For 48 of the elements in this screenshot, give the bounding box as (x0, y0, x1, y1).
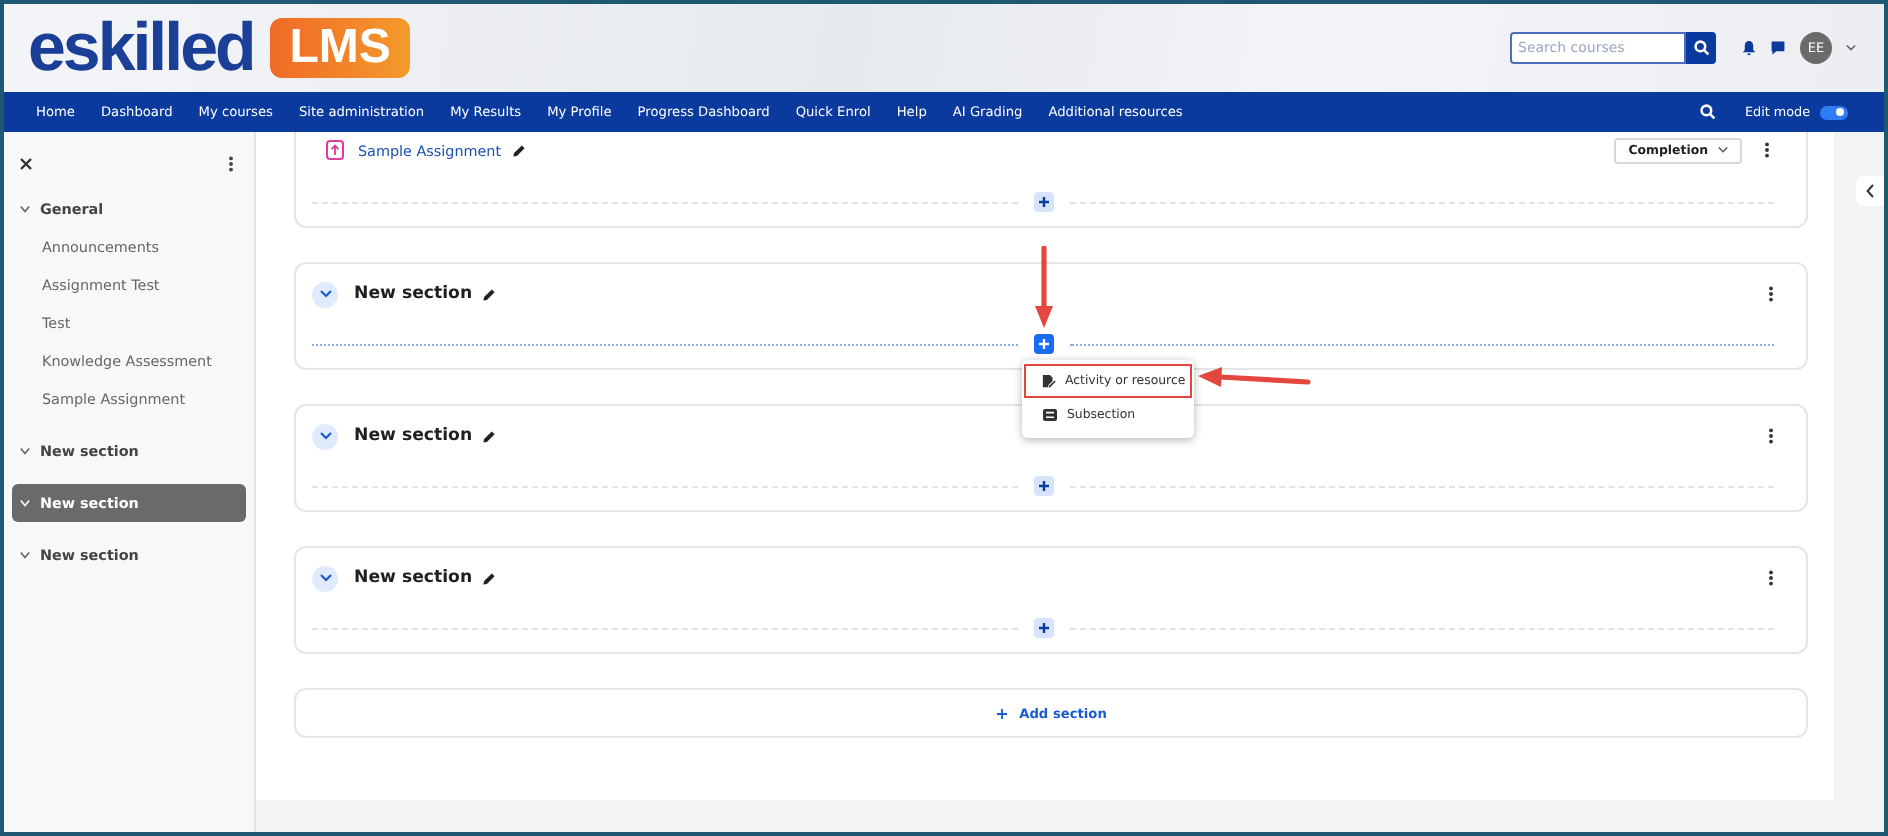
plus-icon (995, 707, 1008, 719)
plus-icon (1037, 622, 1049, 634)
search-icon[interactable] (1700, 104, 1717, 120)
annotation-arrow (1033, 246, 1053, 330)
drawer-toggle-button[interactable] (1856, 176, 1884, 206)
chevron-icon (319, 574, 331, 582)
kebab-icon[interactable] (1768, 286, 1774, 302)
logo-text: eskilled (28, 14, 254, 82)
chevron-icon[interactable] (20, 446, 30, 456)
pencil-icon[interactable] (482, 429, 497, 443)
section-title: New section (354, 426, 473, 446)
chevron-icon (319, 290, 331, 298)
chevron-icon[interactable] (20, 204, 30, 214)
close-icon[interactable] (20, 158, 32, 170)
collapse-button[interactable] (312, 423, 338, 449)
add-button[interactable] (1033, 334, 1053, 354)
chevron-icon (319, 432, 331, 440)
add-button[interactable] (1033, 476, 1053, 496)
caret-icon[interactable] (1846, 44, 1856, 52)
pencil-icon[interactable] (482, 287, 497, 301)
assignment-icon (326, 140, 344, 160)
kebab-icon[interactable] (228, 156, 234, 172)
search-icon (1693, 40, 1709, 56)
kebab-icon[interactable] (1768, 570, 1774, 586)
kebab-icon[interactable] (1768, 428, 1774, 444)
chevron-icon[interactable] (20, 550, 30, 560)
chat-icon[interactable] (1770, 40, 1786, 56)
collapse-button[interactable] (312, 565, 338, 591)
caret-icon (1718, 146, 1728, 154)
add-button[interactable] (1033, 618, 1053, 638)
plus-icon (1037, 338, 1049, 350)
list-icon (1041, 408, 1057, 422)
edit-mode-toggle[interactable] (1820, 105, 1848, 119)
chevron-icon (1866, 184, 1874, 198)
search-button[interactable] (1686, 32, 1716, 64)
plus-icon (1037, 196, 1049, 208)
logo-badge: LMS (269, 18, 411, 78)
document-edit-icon (1041, 374, 1055, 388)
collapse-button[interactable] (312, 281, 338, 307)
bell-icon[interactable] (1742, 40, 1756, 56)
pencil-icon[interactable] (482, 571, 497, 585)
section-title: New section (354, 568, 473, 588)
section-title: New section (354, 284, 473, 304)
pencil-icon[interactable] (511, 143, 526, 157)
add-button[interactable] (1033, 192, 1053, 212)
annotation-arrow (1195, 366, 1311, 390)
plus-icon (1037, 480, 1049, 492)
kebab-icon[interactable] (1764, 142, 1770, 158)
